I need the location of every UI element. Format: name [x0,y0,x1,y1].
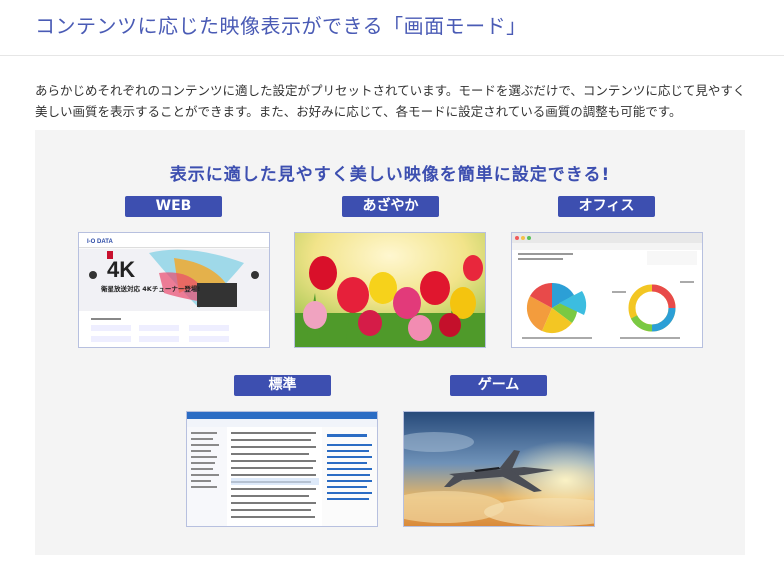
web-thumb-4k: 4K [107,257,135,282]
mode-label-standard: 標準 [234,375,331,396]
mode-label-game: ゲーム [450,375,547,396]
title-divider [0,55,784,56]
intro-text: あらかじめそれぞれのコンテンツに適した設定がプリセットされています。モードを選ぶ… [35,83,746,119]
web-thumb-logo: I-O DATA [87,239,113,245]
web-thumb-subtitle: 衛星放送対応 4Kチューナー登場! [100,284,200,293]
vivid-mode-image [294,232,486,348]
web-mode-image: I-O DATA 4K 衛星放送対応 4Kチューナー登場! [78,232,270,348]
panel-headline: 表示に適した見やすく美しい映像を簡単に設定できる! [169,165,611,185]
standard-mode-image [186,411,378,527]
page-title: コンテンツに応じた映像表示ができる「画面モード」 [35,14,527,38]
game-mode-image [403,411,595,527]
mode-label-office: オフィス [558,196,655,217]
mode-label-web: WEB [125,196,222,217]
mode-label-vivid: あざやか [342,196,439,217]
mode-panel: 表示に適した見やすく美しい映像を簡単に設定できる! WEB I-O DATA 4… [35,130,745,555]
office-mode-image [511,232,703,348]
